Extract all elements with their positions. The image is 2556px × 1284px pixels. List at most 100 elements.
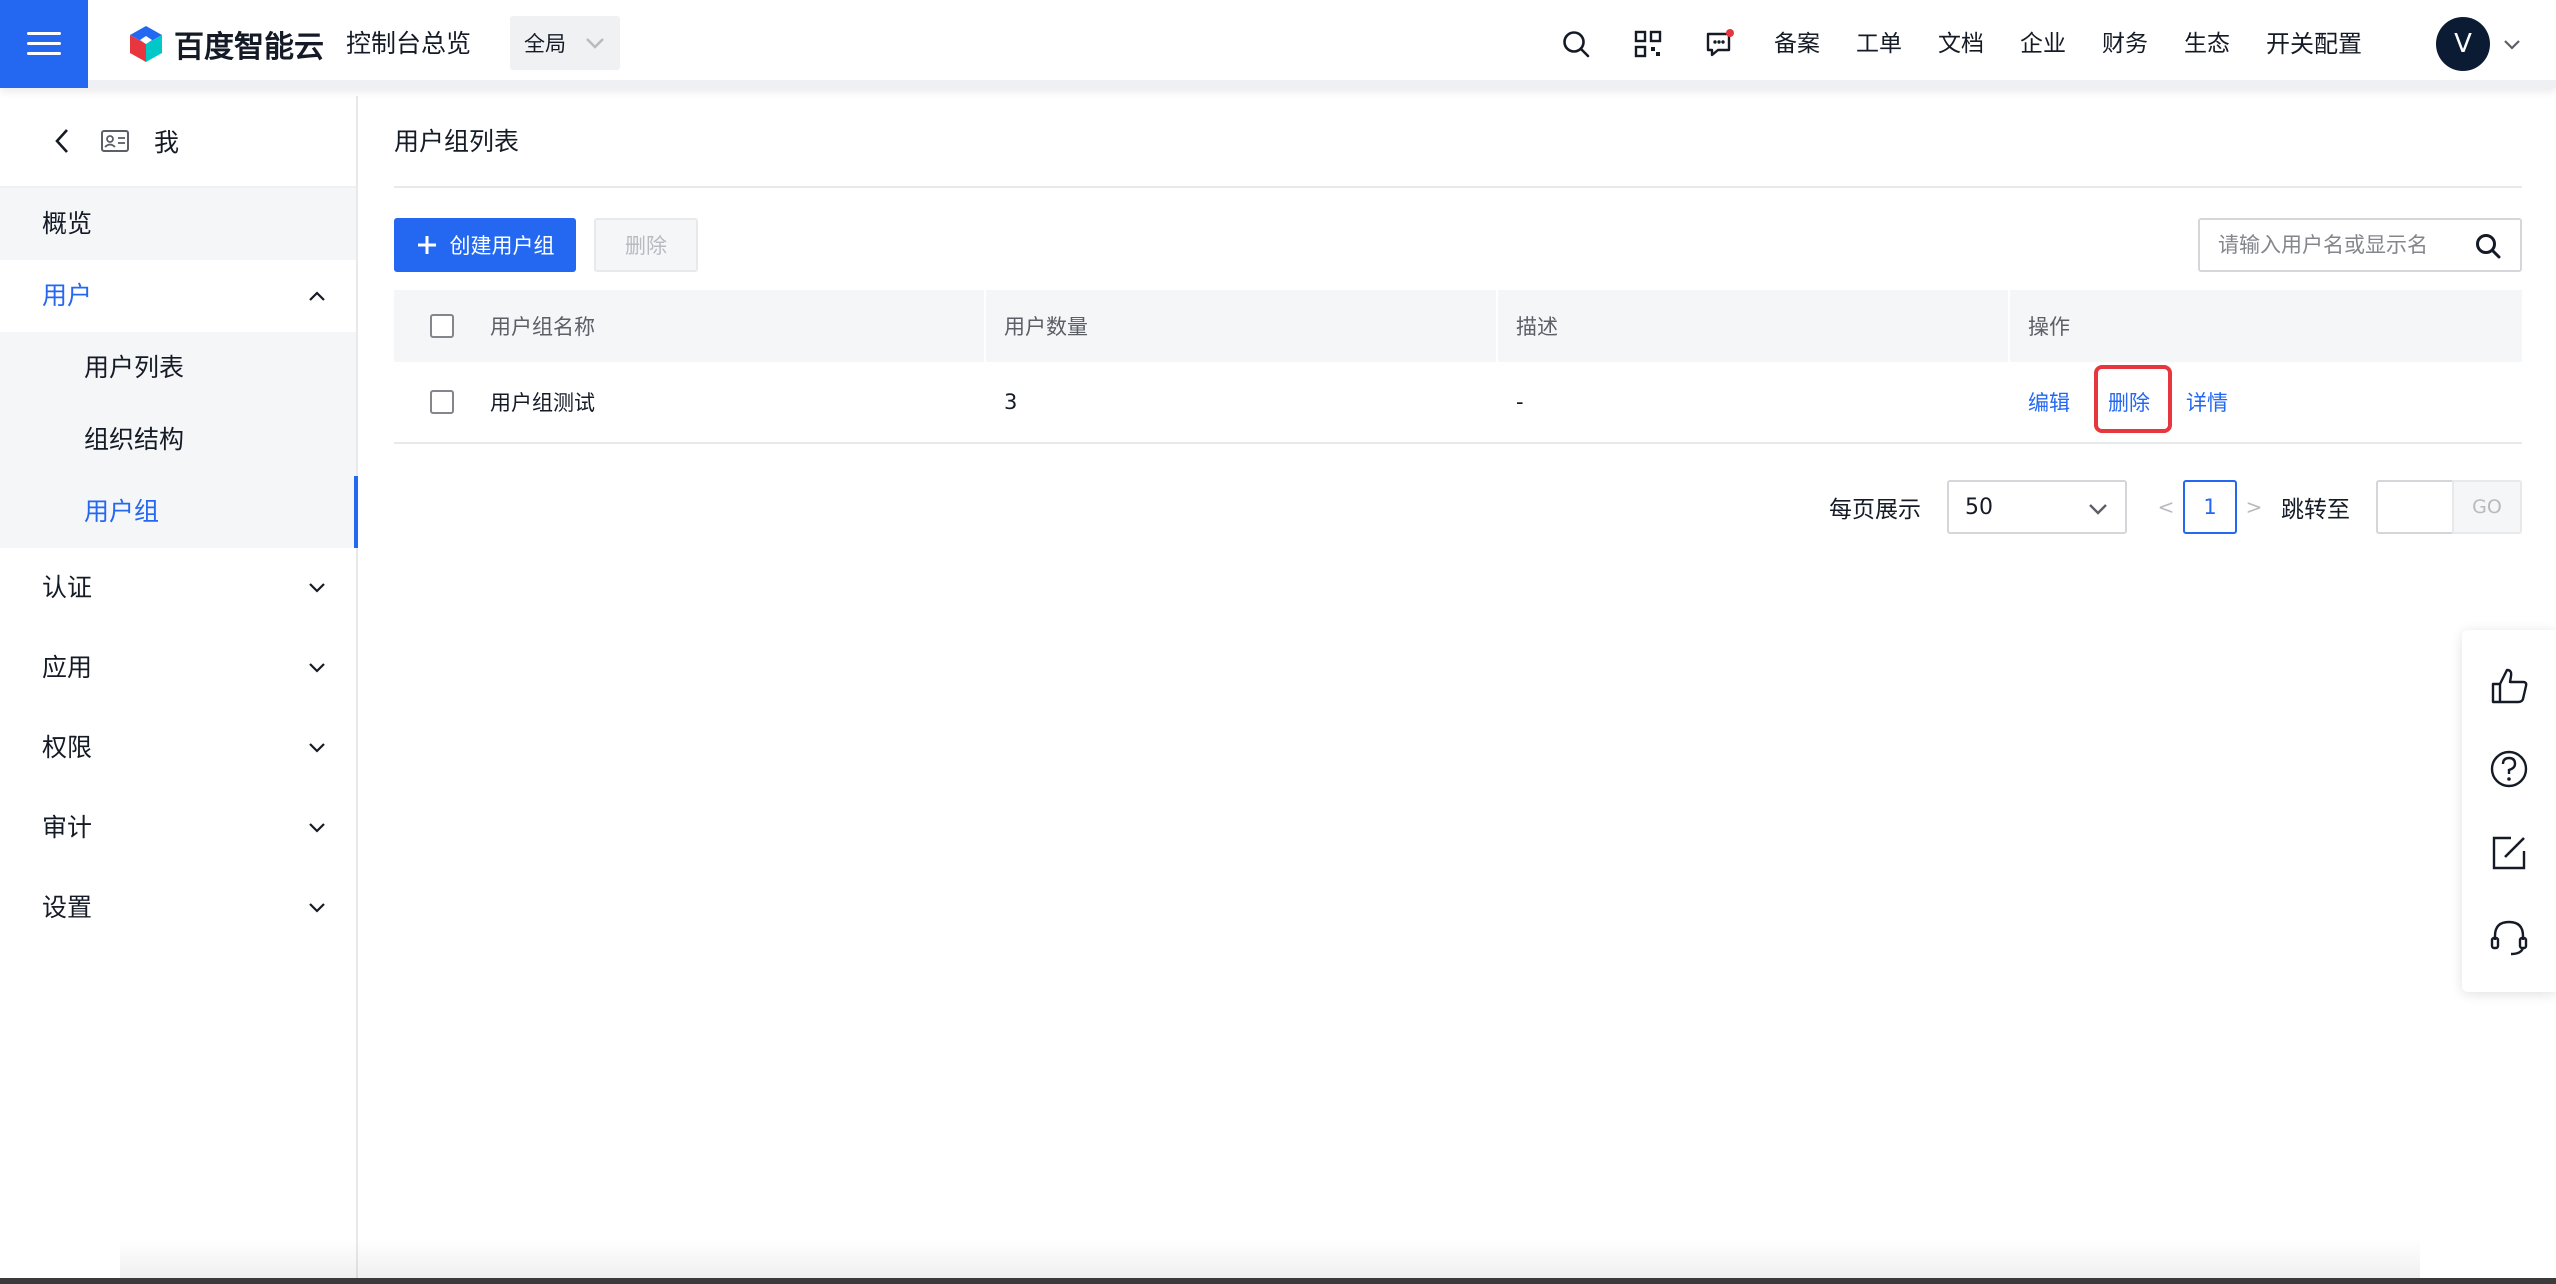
chevron-down-icon bbox=[586, 38, 604, 49]
next-page-button[interactable]: > bbox=[2237, 495, 2271, 519]
sidebar-subitem-label: 用户组 bbox=[84, 497, 160, 526]
column-header-ops: 操作 bbox=[2008, 290, 2522, 362]
jump-page-input[interactable] bbox=[2376, 480, 2452, 534]
sidebar-item-label: 应用 bbox=[42, 653, 93, 682]
details-link[interactable]: 详情 bbox=[2186, 387, 2228, 417]
row-checkbox[interactable] bbox=[430, 390, 454, 414]
edit-icon bbox=[2492, 836, 2526, 869]
sidebar-item-permissions[interactable]: 权限 bbox=[0, 708, 356, 788]
qrcode-button[interactable] bbox=[1612, 0, 1684, 88]
delete-link[interactable]: 删除 bbox=[2108, 391, 2150, 415]
top-nav: 备案 工单 文档 企业 财务 生态 开关配置 V bbox=[1540, 0, 2556, 88]
sidebar-subitem-label: 用户列表 bbox=[84, 353, 185, 382]
floating-toolbar bbox=[2462, 630, 2556, 992]
search-icon bbox=[2476, 234, 2501, 259]
create-user-group-button[interactable]: 创建用户组 bbox=[394, 218, 576, 272]
column-divider bbox=[984, 290, 986, 362]
go-button[interactable]: GO bbox=[2452, 480, 2522, 534]
sidebar-item-label: 设置 bbox=[42, 893, 93, 922]
sidebar-subitem-user-groups[interactable]: 用户组 bbox=[0, 476, 358, 548]
plus-icon bbox=[417, 236, 436, 254]
jump-to-label: 跳转至 bbox=[2281, 497, 2350, 523]
column-header-label: 操作 bbox=[2028, 315, 2070, 339]
page-title: 用户组列表 bbox=[394, 96, 2522, 188]
search-box bbox=[2198, 218, 2522, 272]
column-header-label: 描述 bbox=[1516, 315, 1558, 339]
sidebar-item-label: 用户 bbox=[42, 281, 93, 310]
chevron-left-icon bbox=[55, 129, 68, 153]
sidebar-header: 我 bbox=[0, 96, 356, 188]
column-divider bbox=[1496, 290, 1498, 362]
headset-icon bbox=[2490, 921, 2528, 956]
console-overview-link[interactable]: 控制台总览 bbox=[346, 22, 471, 66]
sidebar-header-label: 我 bbox=[154, 128, 180, 157]
main-content: 用户组列表 创建用户组 删除 用户组名称 用户数量 bbox=[394, 96, 2522, 534]
prev-page-button[interactable]: < bbox=[2149, 495, 2183, 519]
nav-enterprise[interactable]: 企业 bbox=[2002, 0, 2084, 88]
chevron-down-icon bbox=[309, 583, 325, 593]
page-number-current[interactable]: 1 bbox=[2183, 480, 2237, 534]
message-button[interactable] bbox=[1684, 0, 1756, 88]
region-select[interactable]: 全局 bbox=[510, 16, 620, 70]
qrcode-icon bbox=[1634, 30, 1662, 58]
delete-button[interactable]: 删除 bbox=[594, 218, 698, 272]
top-bar: 百度智能云 控制台总览 全局 备案 工单 文档 企业 财务 生态 开关配置 V bbox=[0, 0, 2556, 88]
nav-docs[interactable]: 文档 bbox=[1920, 0, 2002, 88]
search-button[interactable] bbox=[1540, 0, 1612, 88]
chevron-up-icon bbox=[309, 291, 325, 301]
help-icon bbox=[2490, 751, 2528, 788]
sidebar-item-overview[interactable]: 概览 bbox=[0, 188, 356, 260]
nav-finance[interactable]: 财务 bbox=[2084, 0, 2166, 88]
hamburger-icon bbox=[27, 30, 61, 58]
window-bottom-edge bbox=[0, 1278, 2556, 1284]
cell-desc: - bbox=[1516, 390, 1524, 414]
feedback-like-button[interactable] bbox=[2479, 656, 2539, 716]
back-button[interactable] bbox=[52, 127, 72, 155]
sidebar-item-settings[interactable]: 设置 bbox=[0, 868, 356, 948]
message-icon bbox=[1706, 29, 1734, 57]
page-size-select[interactable]: 50 bbox=[1947, 480, 2127, 534]
user-group-table: 用户组名称 用户数量 描述 操作 用户组测试 3 - 编辑 删除 详情 bbox=[394, 290, 2522, 444]
nav-ecosystem[interactable]: 生态 bbox=[2166, 0, 2248, 88]
sidebar-item-label: 审计 bbox=[42, 813, 93, 842]
sidebar-item-apps[interactable]: 应用 bbox=[0, 628, 356, 708]
chevron-down-icon[interactable] bbox=[2502, 34, 2522, 54]
sidebar-item-audit[interactable]: 审计 bbox=[0, 788, 356, 868]
sidebar-subitem-user-list[interactable]: 用户列表 bbox=[0, 332, 356, 404]
sidebar-item-label: 概览 bbox=[42, 209, 93, 238]
user-avatar[interactable]: V bbox=[2436, 17, 2490, 71]
sidebar-subitem-label: 组织结构 bbox=[84, 425, 185, 454]
edit-link[interactable]: 编辑 bbox=[2028, 387, 2070, 417]
search-submit-button[interactable] bbox=[2474, 232, 2502, 264]
cell-ops: 编辑 删除 详情 bbox=[2008, 362, 2522, 442]
create-button-label: 创建用户组 bbox=[449, 234, 555, 258]
nav-switch-config[interactable]: 开关配置 bbox=[2248, 0, 2380, 88]
sidebar-item-label: 权限 bbox=[42, 733, 93, 762]
row-checkbox-cell bbox=[394, 390, 490, 414]
region-value: 全局 bbox=[524, 32, 566, 56]
chevron-down-icon bbox=[309, 823, 325, 833]
sidebar-item-users[interactable]: 用户 bbox=[0, 260, 356, 332]
customer-service-button[interactable] bbox=[2479, 906, 2539, 966]
menu-button[interactable] bbox=[0, 0, 88, 88]
brand-name: 百度智能云 bbox=[174, 30, 324, 65]
nav-beian[interactable]: 备案 bbox=[1756, 0, 1838, 88]
chevron-down-icon bbox=[309, 903, 325, 913]
nav-ticket[interactable]: 工单 bbox=[1838, 0, 1920, 88]
table-header: 用户组名称 用户数量 描述 操作 bbox=[394, 290, 2522, 362]
delete-link-wrapper: 删除 bbox=[2094, 365, 2172, 433]
sidebar-subitem-org-structure[interactable]: 组织结构 bbox=[0, 404, 356, 476]
sidebar-item-auth[interactable]: 认证 bbox=[0, 548, 356, 628]
select-all-checkbox[interactable] bbox=[430, 314, 454, 338]
brand-logo[interactable]: 百度智能云 bbox=[128, 22, 324, 66]
sidebar: 我 概览 用户 用户列表 组织结构 用户组 认证 应用 权限 审计 设置 bbox=[0, 96, 358, 1284]
help-button[interactable] bbox=[2479, 739, 2539, 799]
search-icon bbox=[1563, 31, 1590, 58]
chevron-down-icon bbox=[2089, 504, 2107, 515]
column-header-label: 用户数量 bbox=[1004, 315, 1088, 339]
sidebar-item-label: 认证 bbox=[42, 573, 93, 602]
column-header-count: 用户数量 bbox=[984, 290, 1496, 362]
edit-feedback-button[interactable] bbox=[2479, 823, 2539, 883]
search-input[interactable] bbox=[2200, 220, 2460, 270]
column-header-name: 用户组名称 bbox=[490, 290, 984, 362]
